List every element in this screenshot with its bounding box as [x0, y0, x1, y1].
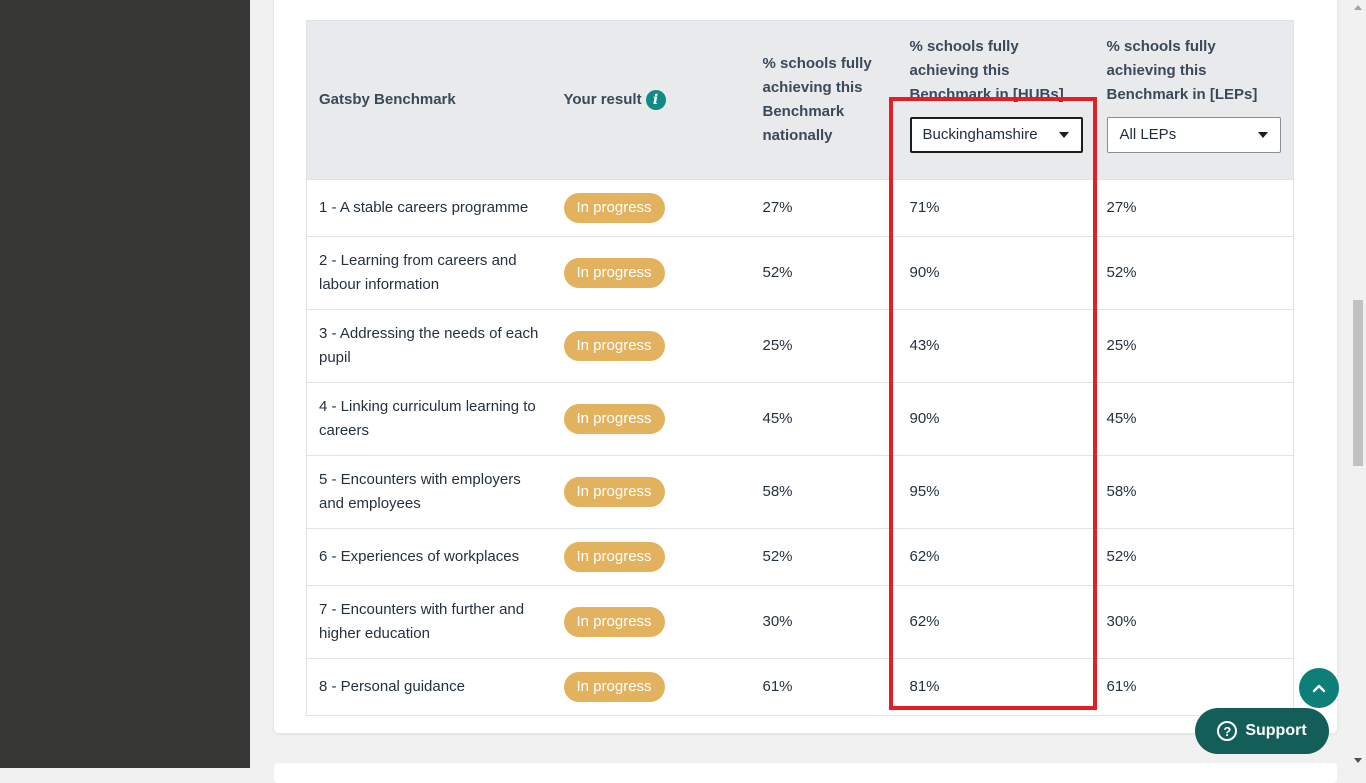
status-badge: In progress [563, 404, 665, 434]
header-leps: % schools fully achieving this Benchmark… [1094, 20, 1294, 180]
national-value: 25% [750, 309, 898, 383]
table-row: 1 - A stable careers programme In progre… [306, 179, 1294, 237]
table-row: 7 - Encounters with further and higher e… [306, 585, 1294, 659]
national-value: 61% [750, 658, 898, 716]
benchmark-name: 8 - Personal guidance [306, 658, 552, 716]
national-value: 30% [750, 585, 898, 659]
support-label: Support [1245, 722, 1307, 739]
page-scrollbar[interactable] [1350, 0, 1366, 768]
hub-value: 90% [897, 236, 1095, 310]
table-row: 8 - Personal guidance In progress 61% 81… [306, 658, 1294, 716]
hub-select[interactable]: Buckinghamshire [909, 117, 1083, 153]
benchmark-name: 2 - Learning from careers and labour inf… [306, 236, 552, 310]
national-value: 45% [750, 382, 898, 456]
national-value: 27% [750, 179, 898, 237]
header-result: Your result i [551, 20, 751, 180]
hub-select-value: Buckinghamshire [922, 126, 1038, 143]
scroll-down-icon[interactable] [1354, 758, 1362, 763]
lep-select[interactable]: All LEPs [1106, 117, 1281, 153]
chevron-up-icon [1312, 684, 1326, 693]
scroll-up-icon[interactable] [1354, 5, 1362, 10]
lep-value: 25% [1094, 309, 1294, 383]
status-badge: In progress [563, 607, 665, 637]
info-icon[interactable]: i [645, 90, 666, 111]
benchmark-name: 5 - Encounters with employers and employ… [306, 455, 552, 529]
national-value: 52% [750, 236, 898, 310]
lep-value: 30% [1094, 585, 1294, 659]
lep-value: 52% [1094, 528, 1294, 586]
lep-value: 45% [1094, 382, 1294, 456]
lep-value: 52% [1094, 236, 1294, 310]
caret-down-icon [1058, 132, 1069, 138]
table-row: 2 - Learning from careers and labour inf… [306, 236, 1294, 310]
hub-value: 43% [897, 309, 1095, 383]
caret-down-icon [1258, 132, 1268, 138]
status-badge: In progress [563, 331, 665, 361]
national-value: 58% [750, 455, 898, 529]
lep-value: 61% [1094, 658, 1294, 716]
support-button[interactable]: ? Support [1195, 708, 1329, 754]
header-benchmark: Gatsby Benchmark [306, 20, 552, 180]
hub-value: 95% [897, 455, 1095, 529]
scrollbar-thumb[interactable] [1353, 300, 1363, 466]
hub-value: 90% [897, 382, 1095, 456]
hub-value: 71% [897, 179, 1095, 237]
table-row: 6 - Experiences of workplaces In progres… [306, 528, 1294, 586]
hub-value: 62% [897, 528, 1095, 586]
benchmark-name: 1 - A stable careers programme [306, 179, 552, 237]
header-national: % schools fully achieving this Benchmark… [750, 20, 898, 180]
national-value: 52% [750, 528, 898, 586]
table-row: 4 - Linking curriculum learning to caree… [306, 382, 1294, 456]
table-row: 3 - Addressing the needs of each pupil I… [306, 309, 1294, 383]
status-badge: In progress [563, 672, 665, 702]
left-dark-panel [0, 0, 250, 768]
benchmark-name: 4 - Linking curriculum learning to caree… [306, 382, 552, 456]
table-header-row: Gatsby Benchmark Your result i % schools … [306, 20, 1294, 180]
benchmark-name: 6 - Experiences of workplaces [306, 528, 552, 586]
benchmark-name: 3 - Addressing the needs of each pupil [306, 309, 552, 383]
benchmark-table: Gatsby Benchmark Your result i % schools … [306, 20, 1294, 716]
status-badge: In progress [563, 477, 665, 507]
next-card [274, 763, 1337, 783]
status-badge: In progress [563, 258, 665, 288]
status-badge: In progress [563, 193, 665, 223]
question-circle-icon: ? [1217, 721, 1238, 741]
lep-value: 27% [1094, 179, 1294, 237]
header-hubs: % schools fully achieving this Benchmark… [897, 20, 1095, 180]
benchmark-name: 7 - Encounters with further and higher e… [306, 585, 552, 659]
status-badge: In progress [563, 542, 665, 572]
table-row: 5 - Encounters with employers and employ… [306, 455, 1294, 529]
back-to-top-button[interactable] [1299, 668, 1339, 708]
lep-value: 58% [1094, 455, 1294, 529]
lep-select-value: All LEPs [1119, 126, 1177, 143]
hub-value: 81% [897, 658, 1095, 716]
hub-value: 62% [897, 585, 1095, 659]
